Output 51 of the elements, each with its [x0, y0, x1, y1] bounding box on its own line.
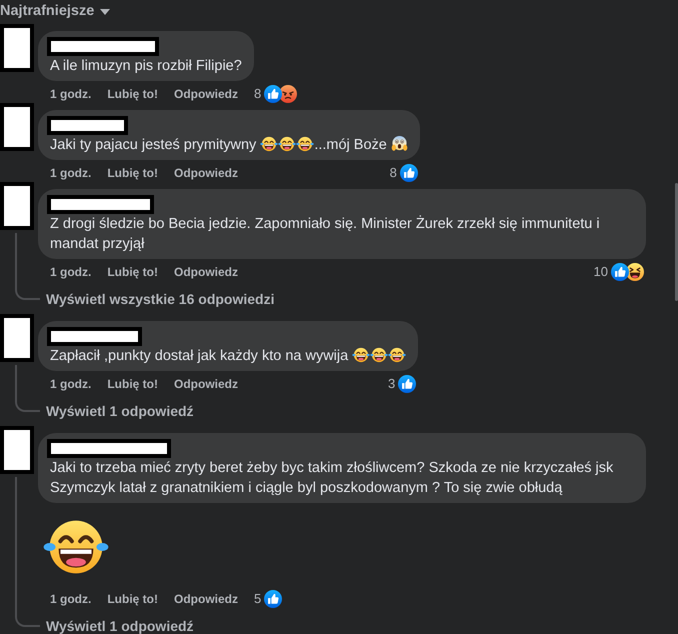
view-replies-link[interactable]: Wyświetl 1 odpowiedź — [38, 618, 194, 634]
like-link[interactable]: Lubię to! — [107, 85, 158, 103]
time-link[interactable]: 1 godz. — [50, 263, 92, 281]
like-link[interactable]: Lubię to! — [107, 590, 158, 608]
thread-line — [15, 365, 40, 412]
avatar-placeholder — [0, 182, 34, 230]
laughing-reaction-icon — [626, 263, 644, 281]
angry-reaction-icon — [279, 85, 298, 103]
laughing-emoji-icon — [278, 136, 296, 152]
comment-text: Zapłacił ,punkty dostał jak każdy kto na wywija — [50, 346, 406, 366]
reactions-button[interactable]: 8 — [390, 164, 418, 182]
reply-link[interactable]: Odpowiedz — [174, 85, 238, 103]
comment-text: Jaki to trzeba mieć zryty beret żeby byc takim złośliwcem? Szkoda ze nie krzyczałeś jsk Szymczyk latał z granatnikiem i ciągle byl poszkodowanym ? To się zwie obłudą — [50, 459, 614, 498]
comment-text: A ile limuzyn pis rozbił Filipie? — [50, 57, 242, 76]
like-reaction-icon — [264, 85, 282, 103]
scrollbar-thumb[interactable] — [675, 183, 678, 301]
time-link[interactable]: 1 godz. — [50, 164, 92, 182]
comment-text: Jaki ty pajacu jesteś prymitywny ...mój Boże — [50, 135, 408, 155]
like-link[interactable]: Lubię to! — [107, 263, 158, 281]
view-replies-link[interactable]: Wyświetl wszystkie 16 odpowiedzi — [38, 291, 274, 307]
like-reaction-icon — [264, 590, 282, 608]
laughing-emoji-icon — [296, 136, 314, 152]
avatar-placeholder — [0, 426, 34, 474]
avatar-placeholder — [0, 103, 34, 151]
reactions-button[interactable]: 8 — [254, 85, 298, 103]
caret-down-icon — [100, 8, 110, 14]
reply-link[interactable]: Odpowiedz — [174, 263, 238, 281]
time-link[interactable]: 1 godz. — [50, 85, 92, 103]
laughing-emoji-icon — [352, 347, 370, 363]
time-link[interactable]: 1 godz. — [50, 375, 92, 393]
avatar-placeholder — [0, 314, 34, 362]
like-reaction-icon — [400, 164, 418, 182]
laughing-emoji-icon — [370, 347, 388, 363]
reply-link[interactable]: Odpowiedz — [174, 590, 238, 608]
like-link[interactable]: Lubię to! — [107, 375, 158, 393]
reply-link[interactable]: Odpowiedz — [174, 375, 238, 393]
reactions-button[interactable]: 5 — [254, 590, 282, 608]
comment-text: Z drogi śledzie bo Becia jedzie. Zapomniało się. Minister Żurek zrzekł się immunitetu i mandat przyjął — [50, 214, 601, 254]
reactions-button[interactable]: 10 — [594, 263, 644, 281]
avatar-placeholder — [0, 24, 34, 72]
sort-dropdown[interactable]: Najtrafniejsze — [0, 0, 110, 21]
screaming-emoji-icon — [390, 135, 408, 152]
time-link[interactable]: 1 godz. — [50, 590, 92, 608]
like-link[interactable]: Lubię to! — [107, 164, 158, 182]
reactions-button[interactable]: 3 — [388, 375, 416, 393]
laughing-emoji-icon — [388, 347, 406, 363]
reply-link[interactable]: Odpowiedz — [174, 164, 238, 182]
like-reaction-icon — [398, 375, 416, 393]
like-reaction-icon — [611, 263, 629, 281]
laughing-emoji-icon — [260, 136, 278, 152]
view-replies-link[interactable]: Wyświetl 1 odpowiedź — [38, 403, 194, 419]
